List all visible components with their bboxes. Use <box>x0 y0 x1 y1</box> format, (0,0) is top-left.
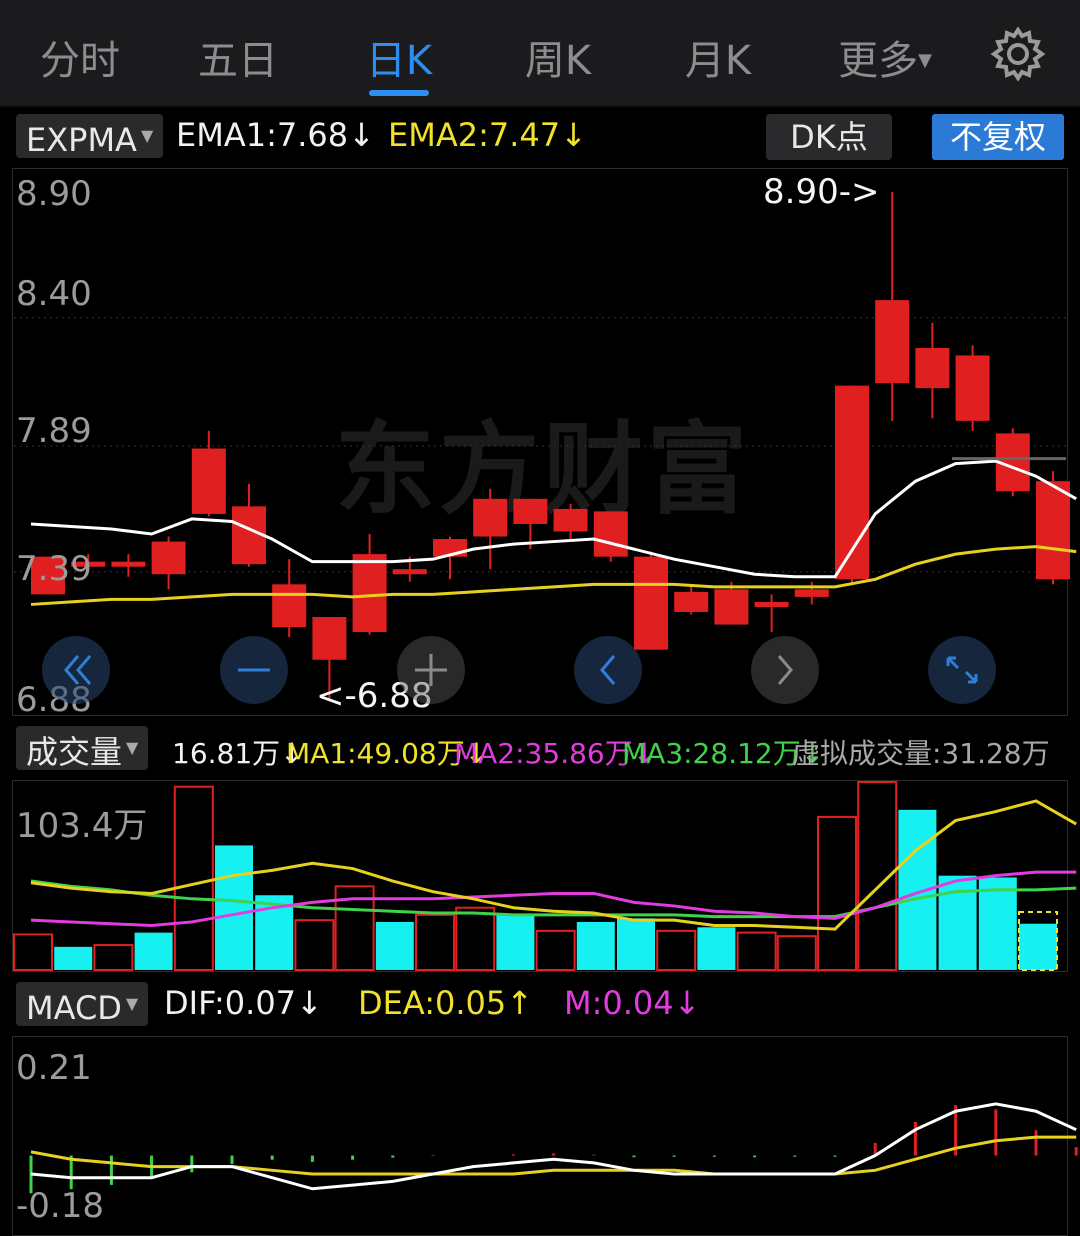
macd-chart[interactable] <box>0 0 1080 1220</box>
dif-line <box>30 1102 1077 1191</box>
macd-axis-bottom: -0.18 <box>16 1186 104 1226</box>
macd-axis-top: 0.21 <box>16 1048 92 1088</box>
